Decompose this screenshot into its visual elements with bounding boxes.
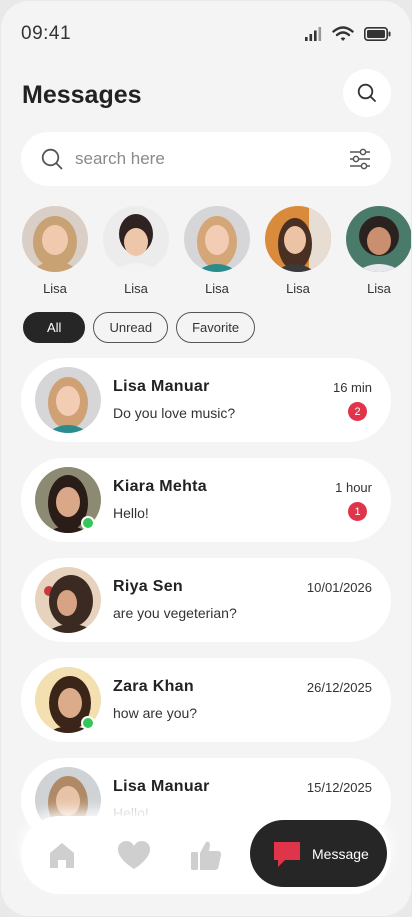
avatar bbox=[103, 206, 169, 272]
search-input[interactable] bbox=[75, 149, 349, 169]
signal-icon bbox=[305, 27, 322, 41]
story-name: Lisa bbox=[205, 281, 229, 296]
unread-badge: 2 bbox=[348, 402, 367, 421]
story-name: Lisa bbox=[286, 281, 310, 296]
header-search-button[interactable] bbox=[343, 69, 391, 117]
message-preview: Hello! bbox=[113, 505, 149, 521]
filter-all[interactable]: All bbox=[23, 312, 86, 343]
wifi-icon bbox=[332, 26, 354, 41]
bottom-nav: Message bbox=[21, 816, 391, 894]
status-icons bbox=[304, 26, 391, 42]
search-icon bbox=[41, 148, 63, 170]
heart-icon bbox=[118, 841, 150, 869]
filter-unread[interactable]: Unread bbox=[93, 312, 169, 343]
status-bar: 09:41 bbox=[21, 21, 391, 47]
avatar bbox=[35, 367, 101, 433]
home-icon bbox=[50, 843, 74, 868]
online-indicator bbox=[81, 716, 95, 730]
message-preview: are you vegeterian? bbox=[113, 605, 237, 621]
filter-favorite[interactable]: Favorite bbox=[176, 312, 256, 343]
message-time: 10/01/2026 bbox=[306, 580, 372, 595]
story-item[interactable]: Lisa bbox=[184, 206, 250, 296]
avatar bbox=[22, 206, 88, 272]
message-preview: Do you love music? bbox=[113, 405, 236, 421]
search-bar bbox=[21, 132, 391, 186]
story-item[interactable]: Lisa bbox=[103, 206, 169, 296]
battery-icon bbox=[364, 27, 391, 41]
online-indicator bbox=[81, 516, 95, 530]
conversation-item[interactable]: Lisa Manuar Do you love music? 16 min 2 bbox=[21, 358, 391, 442]
nav-home[interactable] bbox=[45, 838, 79, 872]
message-time: 15/12/2025 bbox=[306, 780, 372, 795]
phone-screen: 09:41 Messages search here Lisa Lisa Lis… bbox=[1, 1, 411, 916]
stories-row: Lisa Lisa Lisa Lisa Lisa bbox=[22, 206, 411, 296]
search-icon bbox=[357, 83, 376, 102]
contact-name: Zara Khan bbox=[113, 678, 194, 695]
story-name: Lisa bbox=[124, 281, 148, 296]
story-name: Lisa bbox=[43, 281, 67, 296]
page-title: Messages bbox=[22, 81, 142, 109]
avatar bbox=[35, 567, 101, 633]
contact-name: Riya Sen bbox=[113, 578, 183, 595]
story-name: Lisa bbox=[367, 281, 391, 296]
filter-icon[interactable] bbox=[349, 148, 371, 170]
filter-chips: All Unread Favorite bbox=[23, 312, 256, 343]
avatar bbox=[265, 206, 331, 272]
conversation-item[interactable]: Zara Khan how are you? 26/12/2025 bbox=[21, 658, 391, 742]
contact-name: Kiara Mehta bbox=[113, 478, 207, 495]
contact-name: Lisa Manuar bbox=[113, 378, 210, 395]
message-time: 1 hour bbox=[335, 480, 372, 495]
message-preview: how are you? bbox=[113, 705, 198, 721]
message-icon bbox=[274, 841, 300, 867]
avatar bbox=[346, 206, 411, 272]
story-item[interactable]: Lisa bbox=[22, 206, 88, 296]
nav-favorites[interactable] bbox=[117, 838, 151, 872]
contact-name: Lisa Manuar bbox=[113, 778, 210, 795]
story-item[interactable]: Lisa bbox=[346, 206, 411, 296]
conversation-item[interactable]: Kiara Mehta Hello! 1 hour 1 bbox=[21, 458, 391, 542]
conversation-item[interactable]: Riya Sen are you vegeterian? 10/01/2026 bbox=[21, 558, 391, 642]
nav-message[interactable]: Message bbox=[250, 820, 387, 887]
story-item[interactable]: Lisa bbox=[265, 206, 331, 296]
message-time: 26/12/2025 bbox=[306, 680, 372, 695]
message-time: 16 min bbox=[332, 380, 372, 395]
avatar bbox=[184, 206, 250, 272]
nav-message-label: Message bbox=[312, 845, 369, 862]
nav-likes[interactable] bbox=[189, 838, 223, 872]
thumbs-up-icon bbox=[191, 841, 222, 870]
status-time: 09:41 bbox=[21, 23, 72, 44]
unread-badge: 1 bbox=[348, 502, 367, 521]
